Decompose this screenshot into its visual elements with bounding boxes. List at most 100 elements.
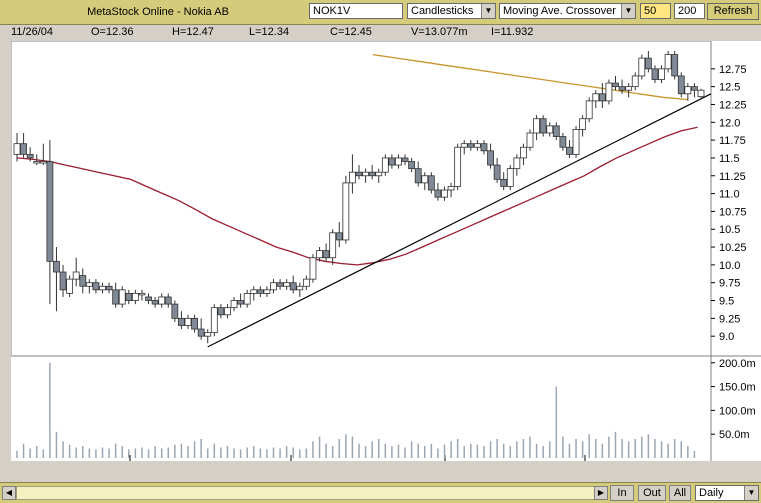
candle-body: [592, 93, 600, 102]
candle-body: [460, 143, 468, 148]
candle-body: [309, 257, 317, 280]
symbol-input[interactable]: NOK1V: [309, 3, 403, 19]
candle-body: [677, 75, 685, 95]
candle-body: [276, 282, 284, 287]
chart-style-select[interactable]: Candlesticks ▼: [407, 3, 496, 19]
y-tick-label: 9.5: [719, 296, 734, 308]
candle-body: [243, 292, 251, 305]
volume-tick-label: 50.0m: [719, 429, 750, 441]
y-tick-label: 9.75: [719, 278, 740, 290]
y-tick-label: 10.25: [719, 242, 747, 254]
candle-body: [381, 157, 389, 173]
candle-body: [480, 143, 488, 152]
volume-tick-label: 200.0m: [719, 358, 756, 370]
period2-input[interactable]: 200: [674, 3, 705, 19]
candle-body: [99, 285, 106, 291]
candle-body: [349, 171, 356, 184]
candle-body: [237, 300, 245, 305]
candle-body: [26, 153, 34, 159]
show-all-button[interactable]: All: [669, 485, 691, 501]
price-chart[interactable]: 9.0 9.25 9.5 9.75 10.0 10.25 10.5 10.75 11.0 11.2…: [10, 40, 761, 475]
period1-input[interactable]: 50: [640, 3, 671, 19]
candle-body: [441, 189, 448, 198]
y-tick-label: 11.0: [719, 189, 740, 201]
candle-body: [230, 300, 238, 309]
scroll-right-icon[interactable]: ▶: [594, 486, 608, 500]
scroll-left-icon[interactable]: ◀: [2, 486, 16, 500]
candle-body: [184, 317, 192, 326]
candle-body: [605, 82, 613, 102]
indicator-select[interactable]: Moving Ave. Crossover ▼: [499, 3, 636, 19]
candle-body: [684, 86, 692, 95]
candle-body: [539, 118, 547, 134]
candle-body: [217, 307, 225, 316]
candle-body: [66, 278, 74, 294]
candle-body: [487, 150, 494, 166]
candle-body: [329, 232, 337, 259]
candle-body: [296, 285, 304, 291]
candle-body: [316, 250, 323, 259]
zoom-out-button[interactable]: Out: [638, 485, 666, 501]
candle-body: [533, 118, 540, 134]
candle-body: [92, 282, 100, 291]
candle-body: [414, 168, 422, 184]
candle-body: [473, 143, 481, 148]
y-tick-label: 12.25: [719, 99, 747, 111]
refresh-button[interactable]: Refresh: [707, 3, 759, 20]
indicator-value: Moving Ave. Crossover: [503, 5, 616, 17]
quote-close: C=12.45: [330, 26, 372, 38]
candle-body: [210, 307, 218, 334]
zoom-in-button[interactable]: In: [610, 485, 634, 501]
candle-body: [191, 317, 198, 330]
chart-style-value: Candlesticks: [411, 5, 474, 17]
y-tick-label: 9.25: [719, 313, 740, 325]
candle-body: [118, 289, 126, 305]
candle-body: [283, 282, 291, 287]
chevron-down-icon[interactable]: ▼: [744, 486, 758, 500]
candle-body: [164, 296, 172, 305]
y-tick-label: 12.75: [719, 64, 747, 76]
candle-body: [270, 282, 277, 291]
candle-body: [388, 157, 396, 166]
y-tick-label: 11.5: [719, 153, 740, 165]
candle-body: [362, 171, 369, 177]
candle-body: [401, 157, 409, 162]
candle-body: [85, 282, 93, 287]
candle-body: [651, 68, 659, 80]
period-select[interactable]: Daily ▼: [695, 485, 759, 501]
candle-body: [691, 86, 698, 91]
candle-body: [572, 129, 580, 155]
candle-body: [408, 161, 416, 170]
candle-body: [585, 100, 593, 120]
y-tick-label: 12.5: [719, 82, 740, 94]
candle-body: [697, 89, 705, 98]
candle-body: [467, 143, 475, 148]
candle-body: [171, 303, 179, 319]
chevron-down-icon[interactable]: ▼: [621, 4, 635, 18]
candle-body: [342, 182, 350, 241]
candle-body: [158, 296, 166, 305]
candle-body: [112, 289, 120, 305]
chevron-down-icon[interactable]: ▼: [481, 4, 495, 18]
candle-body: [125, 292, 133, 301]
candle-body: [559, 136, 567, 148]
quote-date: 11/26/04: [11, 26, 54, 38]
candle-body: [145, 296, 152, 301]
candle-body: [552, 125, 560, 137]
scroll-track[interactable]: [16, 486, 608, 500]
y-tick-label: 11.25: [719, 171, 746, 183]
candle-body: [151, 300, 159, 305]
chart-area[interactable]: 9.0 9.25 9.5 9.75 10.0 10.25 10.5 10.75 11.0 11.2…: [10, 40, 761, 475]
candle-body: [375, 171, 383, 177]
scrollbar[interactable]: ◀ ▶ In Out All Daily ▼: [0, 482, 761, 503]
candle-body: [506, 168, 514, 187]
candle-body: [355, 171, 363, 177]
candle-body: [178, 317, 185, 326]
candle-body: [671, 54, 679, 77]
candle-body: [131, 292, 139, 301]
candle-body: [447, 186, 455, 191]
candle-body: [197, 328, 205, 337]
candle-body: [322, 250, 330, 259]
candle-body: [39, 161, 47, 164]
candle-body: [546, 125, 554, 134]
